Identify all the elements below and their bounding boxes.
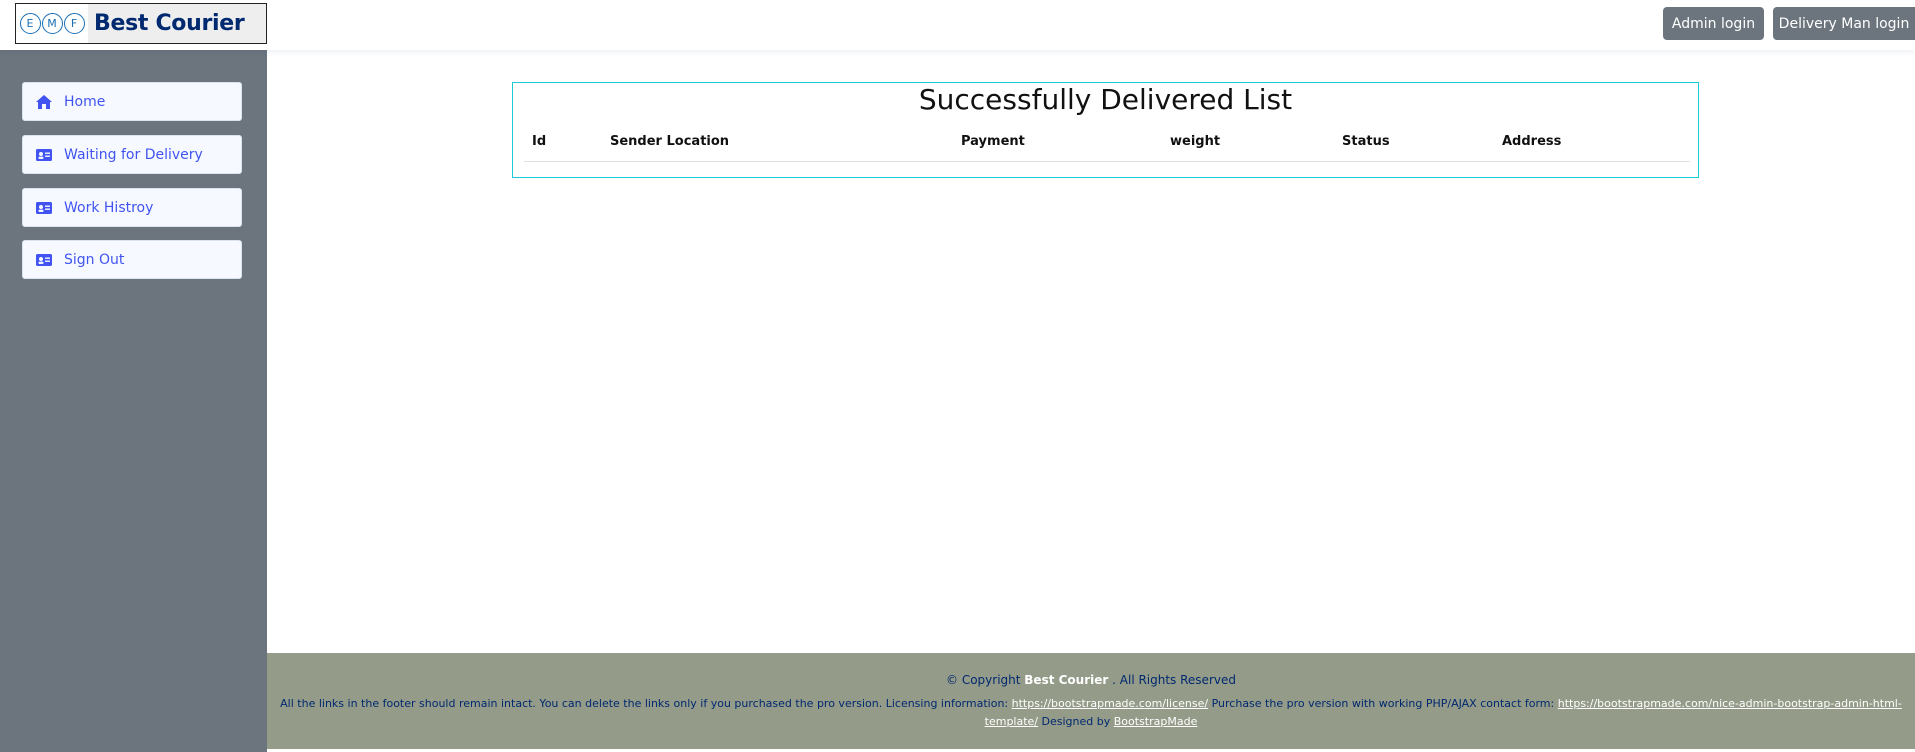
sidebar-item-home[interactable]: Home xyxy=(22,82,242,121)
header: E M F Best Courier Admin login Delivery … xyxy=(0,0,1915,50)
delivered-list-card: Successfully Delivered List Id Sender Lo… xyxy=(512,82,1699,178)
sidebar-item-waiting-for-delivery[interactable]: Waiting for Delivery xyxy=(22,135,242,174)
id-card-icon xyxy=(36,148,52,162)
logo[interactable]: E M F Best Courier xyxy=(15,3,267,44)
column-header-address: Address xyxy=(1502,134,1562,149)
sidebar-item-label: Home xyxy=(64,93,106,110)
sidebar-item-work-history[interactable]: Work Histroy xyxy=(22,188,242,227)
credits-text: Purchase the pro version with working PH… xyxy=(1211,697,1555,710)
sidebar-item-sign-out[interactable]: Sign Out xyxy=(22,240,242,279)
footer-credits: All the links in the footer should remai… xyxy=(267,695,1915,731)
delivery-man-login-button[interactable]: Delivery Man login xyxy=(1773,7,1915,40)
sidebar: Home Waiting for Delivery Work Histroy S… xyxy=(0,50,267,752)
copyright-prefix: © Copyright xyxy=(946,673,1021,687)
id-card-icon xyxy=(36,253,52,267)
column-header-weight: weight xyxy=(1170,134,1221,149)
sidebar-item-label: Sign Out xyxy=(64,251,125,268)
footer-copyright: © Copyright Best Courier . All Rights Re… xyxy=(267,673,1915,687)
logo-letter: F xyxy=(63,13,85,34)
footer: © Copyright Best Courier . All Rights Re… xyxy=(267,653,1915,749)
column-header-payment: Payment xyxy=(961,134,1025,149)
logo-mark-icon: E M F xyxy=(16,4,88,43)
credits-text: All the links in the footer should remai… xyxy=(280,697,1009,710)
logo-letter: E xyxy=(19,13,41,34)
column-header-id: Id xyxy=(532,134,547,149)
house-icon xyxy=(36,94,52,109)
sidebar-item-label: Work Histroy xyxy=(64,199,154,216)
column-header-status: Status xyxy=(1342,134,1390,149)
table-header-divider xyxy=(524,161,1690,162)
admin-login-button[interactable]: Admin login xyxy=(1663,7,1764,40)
brand-name: Best Courier xyxy=(94,11,245,36)
designer-link[interactable]: BootstrapMade xyxy=(1114,715,1198,728)
id-card-icon xyxy=(36,201,52,215)
sidebar-item-label: Waiting for Delivery xyxy=(64,146,203,163)
logo-letter: M xyxy=(41,13,63,34)
footer-brand: Best Courier xyxy=(1024,673,1109,687)
page-title: Successfully Delivered List xyxy=(918,83,1293,116)
column-header-sender-location: Sender Location xyxy=(610,134,730,149)
credits-text: Designed by xyxy=(1041,715,1111,728)
license-link[interactable]: https://bootstrapmade.com/license/ xyxy=(1012,697,1208,710)
copyright-rights: . All Rights Reserved xyxy=(1112,673,1236,687)
